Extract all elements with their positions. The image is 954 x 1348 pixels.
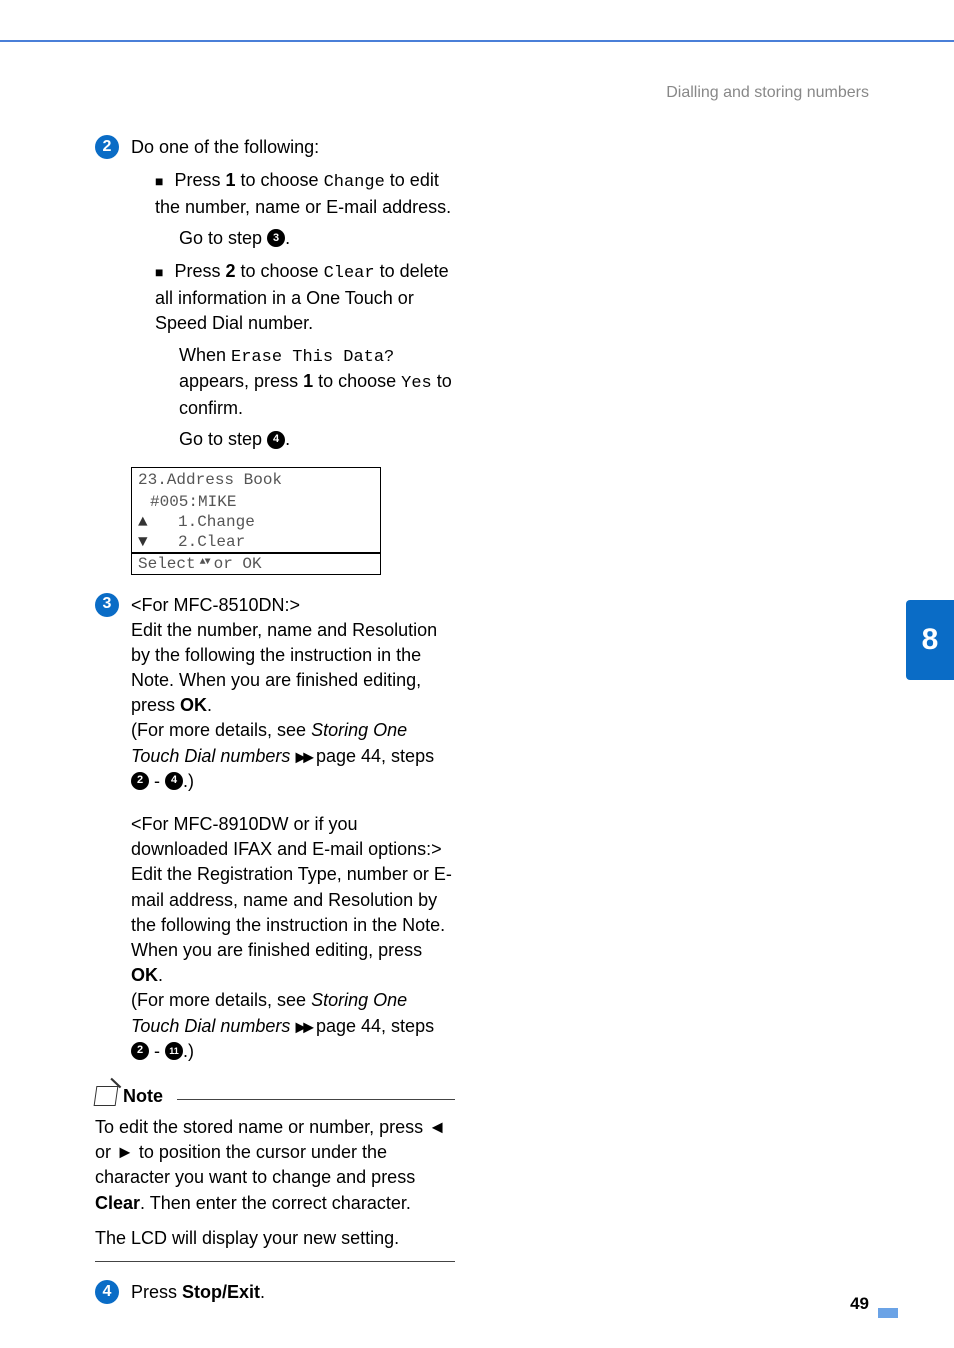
- step-2-bullet-1: ■ Press 1 to choose Change to edit the n…: [155, 168, 455, 220]
- square-bullet: ■: [155, 264, 163, 280]
- step-3-para-1: Edit the number, name and Resolution by …: [131, 618, 455, 719]
- step-2-bullet-2-when: When Erase This Data? appears, press 1 t…: [179, 343, 455, 422]
- ref-11: 11: [165, 1042, 183, 1060]
- note-header-rule: [177, 1099, 455, 1100]
- double-chevron-icon: ▶▶: [295, 748, 311, 764]
- lcd-line-4: ▼2.Clear: [131, 532, 381, 553]
- note-header: Note: [95, 1084, 455, 1109]
- step-2: 2 Do one of the following: ■ Press 1 to …: [95, 135, 455, 453]
- goto-ref-3: 3: [267, 229, 285, 247]
- page-content: 2 Do one of the following: ■ Press 1 to …: [95, 135, 455, 1311]
- lcd-line-5: Select ▲▼ or OK: [131, 553, 381, 575]
- note-block: Note To edit the stored name or number, …: [95, 1084, 455, 1262]
- lcd-line-3: ▲1.Change: [131, 512, 381, 532]
- right-arrow-icon: ►: [116, 1142, 134, 1162]
- step-3-details-2: (For more details, see Storing One Touch…: [131, 988, 455, 1064]
- top-blue-rule: [0, 40, 954, 42]
- up-down-arrow-icon: ▲▼: [200, 557, 210, 570]
- step-3: 3 <For MFC-8510DN:> Edit the number, nam…: [95, 593, 455, 1064]
- step-3-heading-2: <For MFC-8910DW or if you downloaded IFA…: [131, 812, 455, 862]
- step-3-heading-1: <For MFC-8510DN:>: [131, 593, 455, 618]
- double-chevron-icon: ▶▶: [295, 1018, 311, 1034]
- step-4-text: Press Stop/Exit.: [131, 1280, 455, 1305]
- square-bullet: ■: [155, 173, 163, 189]
- step-2-bullet-2: ■ Press 2 to choose Clear to delete all …: [155, 259, 455, 336]
- ref-4: 4: [165, 772, 183, 790]
- note-para-1: To edit the stored name or number, press…: [95, 1115, 455, 1216]
- down-arrow-icon: ▼: [138, 532, 156, 552]
- page-number-bar: [878, 1308, 898, 1318]
- ref-2b: 2: [131, 1042, 149, 1060]
- lcd-line-2: #005:MIKE: [131, 492, 381, 512]
- step-4: 4 Press Stop/Exit.: [95, 1280, 455, 1305]
- left-arrow-icon: ◄: [428, 1117, 446, 1137]
- header-section-label: Dialling and storing numbers: [666, 82, 869, 104]
- step-4-marker: 4: [95, 1280, 119, 1304]
- note-para-2: The LCD will display your new setting.: [95, 1226, 455, 1251]
- step-3-para-2: Edit the Registration Type, number or E-…: [131, 862, 455, 988]
- lcd-display: 23.Address Book #005:MIKE ▲1.Change ▼2.C…: [131, 467, 381, 575]
- step-2-bullet-2-goto: Go to step 4.: [179, 427, 455, 452]
- step-3-marker: 3: [95, 593, 119, 617]
- step-3-details-1: (For more details, see Storing One Touch…: [131, 718, 455, 794]
- note-body: To edit the stored name or number, press…: [95, 1115, 455, 1251]
- note-footer-rule: [95, 1261, 455, 1262]
- page-number: 49: [850, 1292, 869, 1316]
- up-arrow-icon: ▲: [138, 512, 156, 532]
- step-2-intro: Do one of the following:: [131, 135, 455, 160]
- step-2-bullet-1-goto: Go to step 3.: [179, 226, 455, 251]
- step-2-marker: 2: [95, 135, 119, 159]
- note-pencil-icon: [94, 1086, 119, 1106]
- lcd-line-1: 23.Address Book: [131, 467, 381, 492]
- ref-2: 2: [131, 772, 149, 790]
- chapter-side-tab: 8: [906, 600, 954, 680]
- chapter-number: 8: [922, 619, 939, 661]
- goto-ref-4: 4: [267, 431, 285, 449]
- note-label: Note: [123, 1084, 163, 1109]
